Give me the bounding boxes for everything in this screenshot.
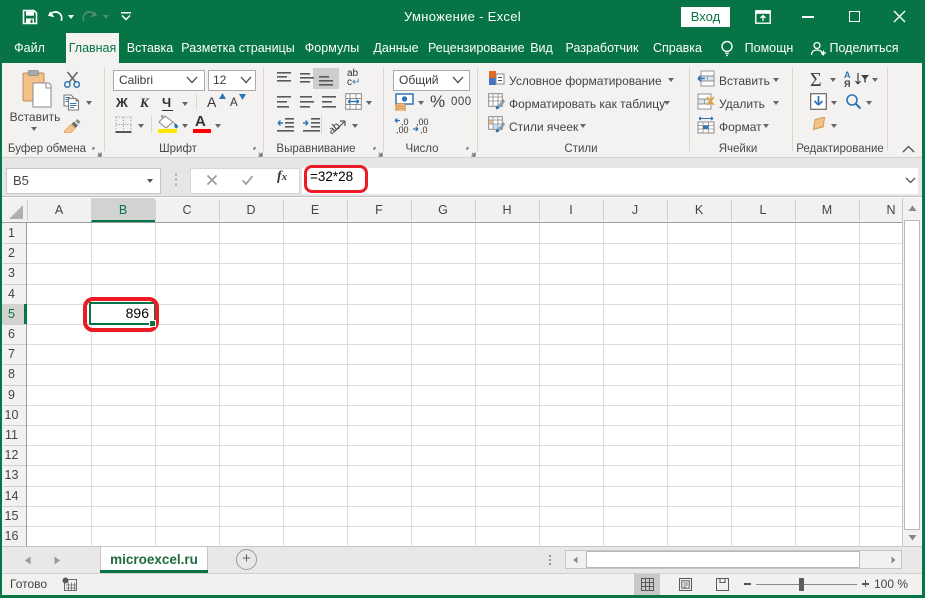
svg-text:Я: Я (844, 79, 850, 88)
svg-text:,0: ,0 (420, 125, 428, 134)
svg-text:ab: ab (330, 120, 343, 134)
svg-text:,00: ,00 (396, 125, 409, 134)
